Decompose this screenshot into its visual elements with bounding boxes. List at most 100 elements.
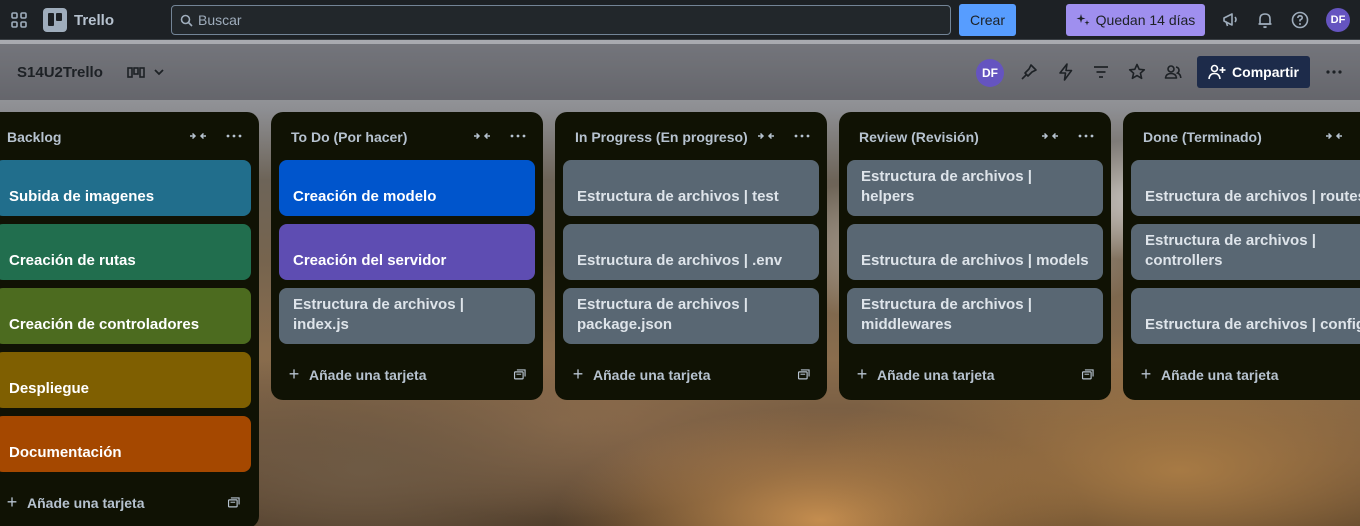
share-label: Compartir xyxy=(1232,64,1299,80)
card-title: Estructura de archivos | routes xyxy=(1145,188,1360,205)
card-title: Creación de controladores xyxy=(9,316,200,333)
trello-logo[interactable]: Trello xyxy=(43,8,114,32)
automation-icon[interactable] xyxy=(1056,62,1076,82)
card[interactable]: Despliegue xyxy=(0,352,251,408)
card[interactable]: Creación de controladores xyxy=(0,288,251,344)
list-column[interactable]: In Progress (En progreso) Estructura de a… xyxy=(555,112,827,400)
card-title: Creación de modelo xyxy=(293,188,437,205)
create-button[interactable]: Crear xyxy=(959,4,1016,36)
card[interactable]: Estructura de archivos | routes xyxy=(1131,160,1360,216)
list-actions-icon[interactable] xyxy=(1077,128,1095,144)
card[interactable]: Estructura de archivos | models xyxy=(847,224,1103,280)
list-title[interactable]: To Do (Por hacer) xyxy=(291,129,407,145)
list-column[interactable]: Review (Revisión) Estructura de archivos … xyxy=(839,112,1111,400)
card-title: Estructura de archivos | index.js xyxy=(293,296,464,333)
card[interactable]: Creación de rutas xyxy=(0,224,251,280)
card[interactable]: Creación de modelo xyxy=(279,160,535,216)
plus-icon: + xyxy=(6,492,18,512)
card-title: Estructura de archivos | models xyxy=(861,252,1089,269)
list-actions-icon[interactable] xyxy=(509,128,527,144)
trello-logo-icon xyxy=(43,8,67,32)
power-ups-icon[interactable] xyxy=(1019,62,1039,82)
add-card-button[interactable]: + Añade una tarjeta xyxy=(855,364,995,385)
collapse-list-icon[interactable] xyxy=(1041,128,1059,144)
filter-icon[interactable] xyxy=(1091,62,1111,82)
top-navigation: Trello Buscar Crear Quedan 14 días DF xyxy=(0,0,1360,40)
board-member-avatar[interactable]: DF xyxy=(976,59,1004,87)
workspace-visibility-icon[interactable] xyxy=(1163,62,1183,82)
add-card-button[interactable]: + Añade una tarjeta xyxy=(571,364,711,385)
card[interactable]: Subida de imagenes xyxy=(0,160,251,216)
list-actions-icon[interactable] xyxy=(225,128,243,144)
create-from-template-icon[interactable] xyxy=(227,496,241,510)
add-card-label: Añade una tarjeta xyxy=(877,366,995,383)
collapse-list-icon[interactable] xyxy=(757,128,775,144)
card-title: Subida de imagenes xyxy=(9,188,155,205)
board-header xyxy=(0,44,1360,100)
add-person-icon xyxy=(1208,64,1226,80)
card-title: Estructura de archivos | .env xyxy=(577,252,783,269)
card[interactable]: Estructura de archivos | .env xyxy=(563,224,819,280)
megaphone-icon[interactable] xyxy=(1221,10,1241,30)
plus-icon: + xyxy=(1140,364,1152,384)
add-card-button[interactable]: + Añade una tarjeta xyxy=(1139,364,1279,385)
search-input[interactable]: Buscar xyxy=(171,5,951,35)
list-header: Backlog xyxy=(0,112,259,160)
plus-icon: + xyxy=(288,364,300,384)
plus-icon: + xyxy=(856,364,868,384)
app-switcher-icon[interactable] xyxy=(10,11,28,29)
card[interactable]: Estructura de archivos | config xyxy=(1131,288,1360,344)
card-title: Estructura de archivos | helpers xyxy=(861,168,1032,205)
card-title: Creación de rutas xyxy=(9,252,136,269)
list-title[interactable]: Done (Terminado) xyxy=(1143,129,1262,145)
card[interactable]: Estructura de archivos | helpers xyxy=(847,160,1103,216)
list-title[interactable]: In Progress (En progreso) xyxy=(575,129,748,145)
card[interactable]: Creación del servidor xyxy=(279,224,535,280)
search-icon xyxy=(180,14,193,27)
add-card-label: Añade una tarjeta xyxy=(27,494,145,511)
trial-days-button[interactable]: Quedan 14 días xyxy=(1066,4,1205,36)
bell-icon[interactable] xyxy=(1255,10,1275,30)
add-card-button[interactable]: + Añade una tarjeta xyxy=(287,364,427,385)
add-card-label: Añade una tarjeta xyxy=(1161,366,1279,383)
user-avatar[interactable]: DF xyxy=(1326,8,1350,32)
add-card-label: Añade una tarjeta xyxy=(593,366,711,383)
list-column[interactable]: Done (Terminado) Estructura de archivos |… xyxy=(1123,112,1360,400)
card-title: Estructura de archivos | middlewares xyxy=(861,296,1032,333)
card[interactable]: Estructura de archivos | controllers xyxy=(1131,224,1360,280)
add-card-button[interactable]: + Añade una tarjeta xyxy=(5,492,145,513)
board-view-switcher-icon[interactable] xyxy=(127,64,167,82)
card[interactable]: Estructura de archivos | package.json xyxy=(563,288,819,344)
star-icon[interactable] xyxy=(1127,62,1147,82)
more-menu-icon[interactable] xyxy=(1324,62,1344,82)
board-title[interactable]: S14U2Trello xyxy=(17,64,103,81)
list-actions-icon[interactable] xyxy=(793,128,811,144)
list-header: In Progress (En progreso) xyxy=(555,112,827,160)
app-name: Trello xyxy=(74,11,115,29)
card[interactable]: Estructura de archivos | test xyxy=(563,160,819,216)
card[interactable]: Estructura de archivos | index.js xyxy=(279,288,535,344)
create-from-template-icon[interactable] xyxy=(797,368,811,382)
collapse-list-icon[interactable] xyxy=(189,128,207,144)
list-column[interactable]: To Do (Por hacer) Creación de modelo Creac… xyxy=(271,112,543,400)
card[interactable]: Documentación xyxy=(0,416,251,472)
list-title[interactable]: Backlog xyxy=(7,129,61,145)
list-column[interactable]: Backlog Subida de imagenes Creación de rut… xyxy=(0,112,259,526)
list-title[interactable]: Review (Revisión) xyxy=(859,129,979,145)
sparkle-icon xyxy=(1076,14,1090,26)
share-button[interactable]: Compartir xyxy=(1197,56,1310,88)
help-icon[interactable] xyxy=(1290,10,1310,30)
collapse-list-icon[interactable] xyxy=(1325,128,1343,144)
card-title: Estructura de archivos | config xyxy=(1145,316,1360,333)
create-from-template-icon[interactable] xyxy=(1081,368,1095,382)
create-from-template-icon[interactable] xyxy=(513,368,527,382)
search-placeholder: Buscar xyxy=(198,12,242,28)
list-header: To Do (Por hacer) xyxy=(271,112,543,160)
card-title: Documentación xyxy=(9,444,122,461)
list-header: Review (Revisión) xyxy=(839,112,1111,160)
collapse-list-icon[interactable] xyxy=(473,128,491,144)
list-header: Done (Terminado) xyxy=(1123,112,1360,160)
trial-days-label: Quedan 14 días xyxy=(1095,12,1196,28)
card[interactable]: Estructura de archivos | middlewares xyxy=(847,288,1103,344)
card-title: Estructura de archivos | package.json xyxy=(577,296,748,333)
